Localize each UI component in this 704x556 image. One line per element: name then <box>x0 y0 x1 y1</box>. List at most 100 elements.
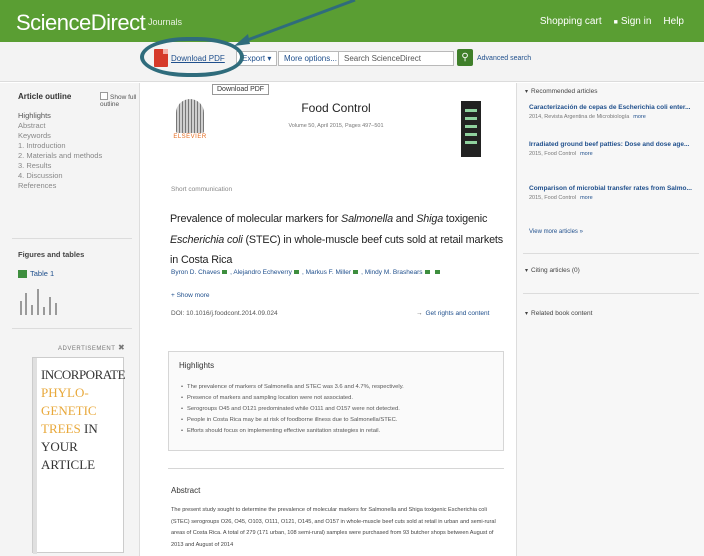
title-part: Escherichia coli <box>170 233 243 246</box>
outline-item-references[interactable]: References <box>18 181 130 191</box>
author-link[interactable]: Alejandro Echeverry <box>233 269 292 276</box>
outline-item-highlights[interactable]: Highlights <box>18 111 130 121</box>
recommended-title[interactable]: Irradiated ground beef patties: Dose and… <box>529 141 703 148</box>
top-nav: Shopping cart Sign in Help <box>540 16 684 27</box>
table-thumbnail[interactable] <box>18 283 62 315</box>
ad-label: ADVERTISEMENT <box>58 346 116 352</box>
outline-item-introduction[interactable]: 1. Introduction <box>18 141 130 151</box>
outline-item-keywords[interactable]: Keywords <box>18 131 130 141</box>
outline-item-methods[interactable]: 2. Materials and methods <box>18 151 130 161</box>
divider <box>12 238 132 239</box>
journal-cover[interactable] <box>461 101 481 157</box>
table-1-link[interactable]: Table 1 <box>30 269 54 278</box>
abstract-text: The present study sought to determine th… <box>171 507 496 548</box>
left-sidebar: Article outline Show full outline Highli… <box>0 83 140 556</box>
recommended-article[interactable]: Comparison of microbial transfer rates f… <box>529 185 703 201</box>
help-link[interactable]: Help <box>663 16 684 27</box>
divider <box>523 253 699 254</box>
highlight-item: Presence of markers and sampling locatio… <box>181 393 501 404</box>
recommended-source: 2015, Food Control <box>529 195 577 201</box>
recommended-source: 2015, Food Control <box>529 151 577 157</box>
divider <box>12 328 132 329</box>
ad-stripe <box>33 358 37 554</box>
recommended-more-link[interactable]: more <box>633 114 646 120</box>
mail-icon[interactable] <box>293 270 299 274</box>
article-toolbar: Download PDF Export ▾ More options... ▾ … <box>0 42 704 82</box>
publisher-name: ELSEVIER <box>173 134 207 140</box>
shopping-cart-link[interactable]: Shopping cart <box>540 16 602 27</box>
mail-icon[interactable] <box>222 270 228 274</box>
recommended-title[interactable]: Caracterización de cepas de Escherichia … <box>529 104 703 111</box>
outline-item-abstract[interactable]: Abstract <box>18 121 130 131</box>
recommended-meta: 2014, Revista Argentina de Microbiología… <box>529 114 703 120</box>
sciencedirect-logo[interactable]: ScienceDirect <box>16 10 146 36</box>
highlights-box: Highlights The prevalence of markers of … <box>168 351 504 451</box>
recommended-title[interactable]: Comparison of microbial transfer rates f… <box>529 185 703 192</box>
annotation-arrow-icon <box>234 0 356 46</box>
ad-word-line: TREES IN <box>41 420 98 438</box>
search-input[interactable]: Search ScienceDirect <box>338 51 454 66</box>
advanced-search-link[interactable]: Advanced search <box>477 55 531 62</box>
figures-title: Figures and tables <box>18 250 85 259</box>
outline-title: Article outline <box>18 92 72 101</box>
view-more-articles-link[interactable]: View more articles » <box>529 229 583 235</box>
recommended-more-link[interactable]: more <box>580 151 593 157</box>
highlights-title: Highlights <box>179 361 215 370</box>
page: ScienceDirect Journals Shopping cart Sig… <box>0 0 704 556</box>
author-link[interactable]: Mindy M. Brashears <box>365 269 423 276</box>
ad-word: IN <box>83 421 98 436</box>
highlights-list: The prevalence of markers of Salmonella … <box>181 382 501 437</box>
table-icon <box>18 270 27 278</box>
highlight-item: The prevalence of markers of Salmonella … <box>181 382 501 393</box>
divider <box>523 293 699 294</box>
show-full-outline-checkbox[interactable]: Show full outline <box>100 92 139 108</box>
advertisement[interactable]: INCORPORATE PHYLO- GENETIC TREES IN YOUR… <box>32 357 126 554</box>
mail-icon[interactable] <box>353 270 359 274</box>
ad-word: INCORPORATE <box>41 367 126 382</box>
mail-icon[interactable] <box>434 270 440 274</box>
recommended-header[interactable]: Recommended articles <box>525 88 597 95</box>
abstract-title: Abstract <box>171 486 201 495</box>
doi-link[interactable]: DOI: 10.1016/j.foodcont.2014.09.024 <box>171 310 278 317</box>
close-icon[interactable]: ✖ <box>118 343 125 352</box>
article-main: ELSEVIER Food Control Volume 50, April 2… <box>141 83 515 556</box>
title-part: Salmonella <box>341 213 393 225</box>
recommended-more-link[interactable]: more <box>580 195 593 201</box>
show-more-link[interactable]: + Show more <box>171 292 209 299</box>
citing-articles-header[interactable]: Citing articles (0) <box>525 267 580 274</box>
title-part: Prevalence of molecular markers for <box>170 213 342 225</box>
author-link[interactable]: Byron D. Chaves <box>171 269 220 276</box>
journal-volume[interactable]: Volume 50, April 2015, Pages 497–501 <box>251 123 421 129</box>
download-tooltip: Download PDF <box>212 84 270 95</box>
recommended-article[interactable]: Irradiated ground beef patties: Dose and… <box>529 141 703 157</box>
recommended-source: 2014, Revista Argentina de Microbiología <box>529 114 630 120</box>
elsevier-tree-icon <box>176 99 204 133</box>
search-icon[interactable]: ⚲ <box>457 49 473 66</box>
outline-list: Highlights Abstract Keywords 1. Introduc… <box>18 111 130 191</box>
outline-item-results[interactable]: 3. Results <box>18 161 130 171</box>
recommended-article[interactable]: Caracterización de cepas de Escherichia … <box>529 104 703 120</box>
highlight-item: Serogroups O45 and O121 predominated whi… <box>181 404 501 415</box>
abstract-section: Abstract The present study sought to det… <box>168 468 504 556</box>
title-part: toxigenic <box>443 213 488 225</box>
highlight-item: People in Costa Rica may be at risk of f… <box>181 415 501 426</box>
recommended-meta: 2015, Food Control more <box>529 151 703 157</box>
annotation-circle <box>140 37 244 77</box>
journal-title[interactable]: Food Control <box>251 101 421 115</box>
rights-link[interactable]: Get rights and content <box>416 310 490 317</box>
ad-word: TREES <box>41 421 81 436</box>
article-type: Short communication <box>171 186 233 193</box>
sign-in-link[interactable]: Sign in <box>614 16 652 27</box>
ad-word: PHYLO- <box>41 385 89 400</box>
outline-item-discussion[interactable]: 4. Discussion <box>18 171 130 181</box>
elsevier-logo[interactable]: ELSEVIER <box>171 99 209 141</box>
title-part: Shiga <box>416 213 444 225</box>
author-list: Byron D. Chaves, Alejandro Echeverry, Ma… <box>171 269 501 276</box>
related-book-content-header[interactable]: Related book content <box>525 310 592 317</box>
mail-icon[interactable] <box>424 270 430 274</box>
journals-link[interactable]: Journals <box>148 17 182 27</box>
ad-word: ARTICLE <box>41 457 96 472</box>
right-sidebar: Recommended articles Caracterización de … <box>516 83 704 556</box>
author-link[interactable]: Markus F. Miller <box>306 269 352 276</box>
article-title: Prevalence of molecular markers for Salm… <box>170 209 506 271</box>
